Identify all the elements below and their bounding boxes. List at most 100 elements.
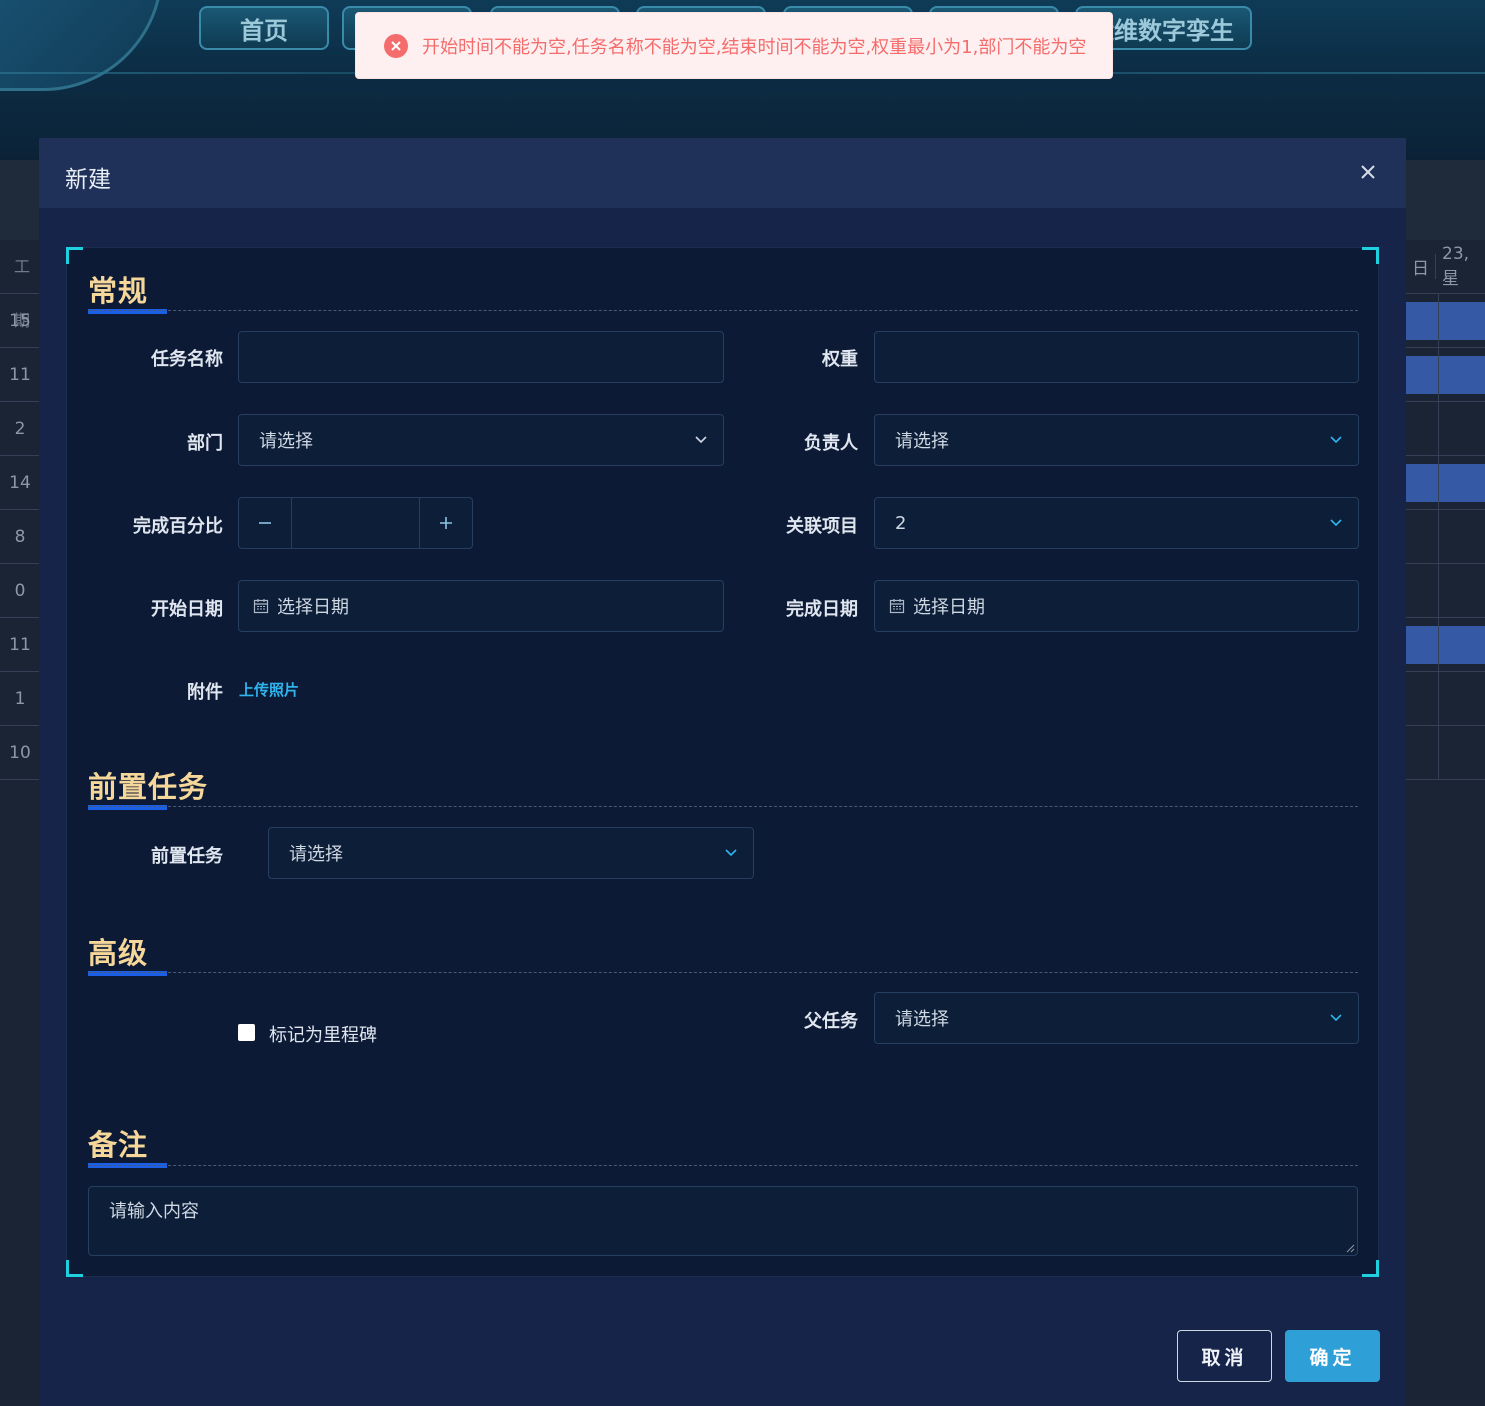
predecessor-select[interactable]: 请选择 xyxy=(268,827,754,879)
resize-handle-icon[interactable] xyxy=(1345,1243,1355,1253)
duration-cell: 11 xyxy=(0,618,40,672)
project-value: 2 xyxy=(895,512,907,534)
error-toast: 开始时间不能为空,任务名称不能为空,结束时间不能为空,权重最小为1,部门不能为空 xyxy=(355,12,1113,79)
chevron-down-icon xyxy=(1330,519,1342,527)
gantt-row xyxy=(1406,294,1485,348)
panel-corner xyxy=(1362,247,1379,264)
duration-cell: 0 xyxy=(0,564,40,618)
duration-cell: 1 xyxy=(0,672,40,726)
confirm-button[interactable]: 确定 xyxy=(1285,1330,1380,1382)
gantt-row xyxy=(1406,402,1485,456)
duration-cell: 2 xyxy=(0,402,40,456)
end-date-picker[interactable]: 选择日期 xyxy=(874,580,1359,632)
cancel-button[interactable]: 取消 xyxy=(1177,1330,1272,1382)
end-date-placeholder: 选择日期 xyxy=(913,597,985,618)
department-placeholder: 请选择 xyxy=(259,431,313,452)
section-divider xyxy=(88,310,1358,311)
task-name-input[interactable] xyxy=(238,331,724,383)
parent-task-label: 父任务 xyxy=(804,1011,858,1032)
duration-cell: 11 xyxy=(0,348,40,402)
form-panel: 常规 任务名称 权重 部门 请选择 负责人 请选择 完成百分比 关联项目 2 开… xyxy=(66,247,1379,1277)
gantt-row xyxy=(1406,726,1485,780)
predecessor-label: 前置任务 xyxy=(151,846,223,867)
error-message: 开始时间不能为空,任务名称不能为空,结束时间不能为空,权重最小为1,部门不能为空 xyxy=(422,36,1087,58)
close-button[interactable] xyxy=(1358,162,1378,182)
section-title-text: 备注 xyxy=(88,1128,149,1162)
decrease-button[interactable] xyxy=(239,498,291,548)
minus-icon xyxy=(259,522,271,524)
duration-cell: 10 xyxy=(0,726,40,780)
weight-label: 权重 xyxy=(822,349,858,370)
department-label: 部门 xyxy=(187,433,223,454)
gantt-row xyxy=(1406,564,1485,618)
percent-stepper[interactable] xyxy=(238,497,473,549)
owner-placeholder: 请选择 xyxy=(895,431,949,452)
section-title-general: 常规 xyxy=(88,268,167,314)
gantt-header-date: 23, 星 xyxy=(1442,244,1470,289)
gantt-header-day: 日 xyxy=(1406,254,1436,279)
section-title-text: 高级 xyxy=(88,936,149,970)
section-divider xyxy=(88,806,1358,807)
dialog-header: 新建 xyxy=(39,138,1406,208)
predecessor-placeholder: 请选择 xyxy=(289,844,343,865)
weight-input[interactable] xyxy=(874,331,1359,383)
owner-label: 负责人 xyxy=(804,433,858,454)
owner-select[interactable]: 请选择 xyxy=(874,414,1359,466)
attachment-label: 附件 xyxy=(187,682,223,703)
gantt-row xyxy=(1406,618,1485,672)
nav-tab-home[interactable]: 首页 xyxy=(199,6,329,50)
duration-cell: 8 xyxy=(0,510,40,564)
start-date-placeholder: 选择日期 xyxy=(277,597,349,618)
gantt-row xyxy=(1406,456,1485,510)
gantt-header: 日 23, 星 xyxy=(1406,240,1485,294)
close-icon xyxy=(1361,165,1375,179)
section-divider xyxy=(88,1165,1358,1166)
section-title-text: 前置任务 xyxy=(88,770,209,804)
panel-corner xyxy=(66,247,83,264)
task-name-label: 任务名称 xyxy=(151,349,223,370)
gantt-row xyxy=(1406,348,1485,402)
chevron-down-icon xyxy=(1330,1014,1342,1022)
increase-button[interactable] xyxy=(420,498,472,548)
section-title-predecessor: 前置任务 xyxy=(88,764,209,810)
panel-corner xyxy=(66,1260,83,1277)
section-divider xyxy=(88,972,1358,973)
start-date-label: 开始日期 xyxy=(151,599,223,620)
parent-task-select[interactable]: 请选择 xyxy=(874,992,1359,1044)
start-date-picker[interactable]: 选择日期 xyxy=(238,580,724,632)
background-gantt-column: 日 23, 星 xyxy=(1406,240,1485,780)
header-decoration xyxy=(0,0,163,91)
calendar-icon xyxy=(253,599,269,614)
plus-icon xyxy=(440,517,452,529)
section-title-remarks: 备注 xyxy=(88,1122,167,1168)
department-select[interactable]: 请选择 xyxy=(238,414,724,466)
remarks-textarea[interactable]: 请输入内容 xyxy=(88,1186,1358,1256)
gantt-bar xyxy=(1406,356,1485,394)
calendar-icon xyxy=(889,599,905,614)
upload-photo-link[interactable]: 上传照片 xyxy=(239,679,299,700)
end-date-label: 完成日期 xyxy=(786,599,858,620)
duration-cell: 14 xyxy=(0,456,40,510)
error-icon xyxy=(384,33,408,58)
gantt-bar xyxy=(1406,464,1485,502)
gantt-bar xyxy=(1406,626,1485,664)
parent-task-placeholder: 请选择 xyxy=(895,1009,949,1030)
gantt-row xyxy=(1406,672,1485,726)
remarks-placeholder: 请输入内容 xyxy=(109,1201,199,1222)
project-select[interactable]: 2 xyxy=(874,497,1359,549)
background-duration-column: 工期 15 11 2 14 8 0 11 1 10 xyxy=(0,240,40,780)
milestone-label[interactable]: 标记为里程碑 xyxy=(269,1021,377,1047)
duration-header: 工期 xyxy=(0,240,40,330)
section-title-advanced: 高级 xyxy=(88,930,167,976)
dialog-title: 新建 xyxy=(65,167,111,193)
milestone-checkbox[interactable] xyxy=(238,1024,255,1041)
panel-corner xyxy=(1362,1260,1379,1277)
percent-input[interactable] xyxy=(291,498,420,548)
chevron-down-icon xyxy=(1330,436,1342,444)
duration-cell: 15 xyxy=(0,294,40,348)
chevron-down-icon xyxy=(725,849,737,857)
gantt-row xyxy=(1406,510,1485,564)
new-task-dialog: 新建 常规 任务名称 权重 部门 请选择 负责人 请选择 完成百分比 关联项目 … xyxy=(39,138,1406,1406)
project-label: 关联项目 xyxy=(786,516,858,537)
section-title-text: 常规 xyxy=(88,274,149,308)
